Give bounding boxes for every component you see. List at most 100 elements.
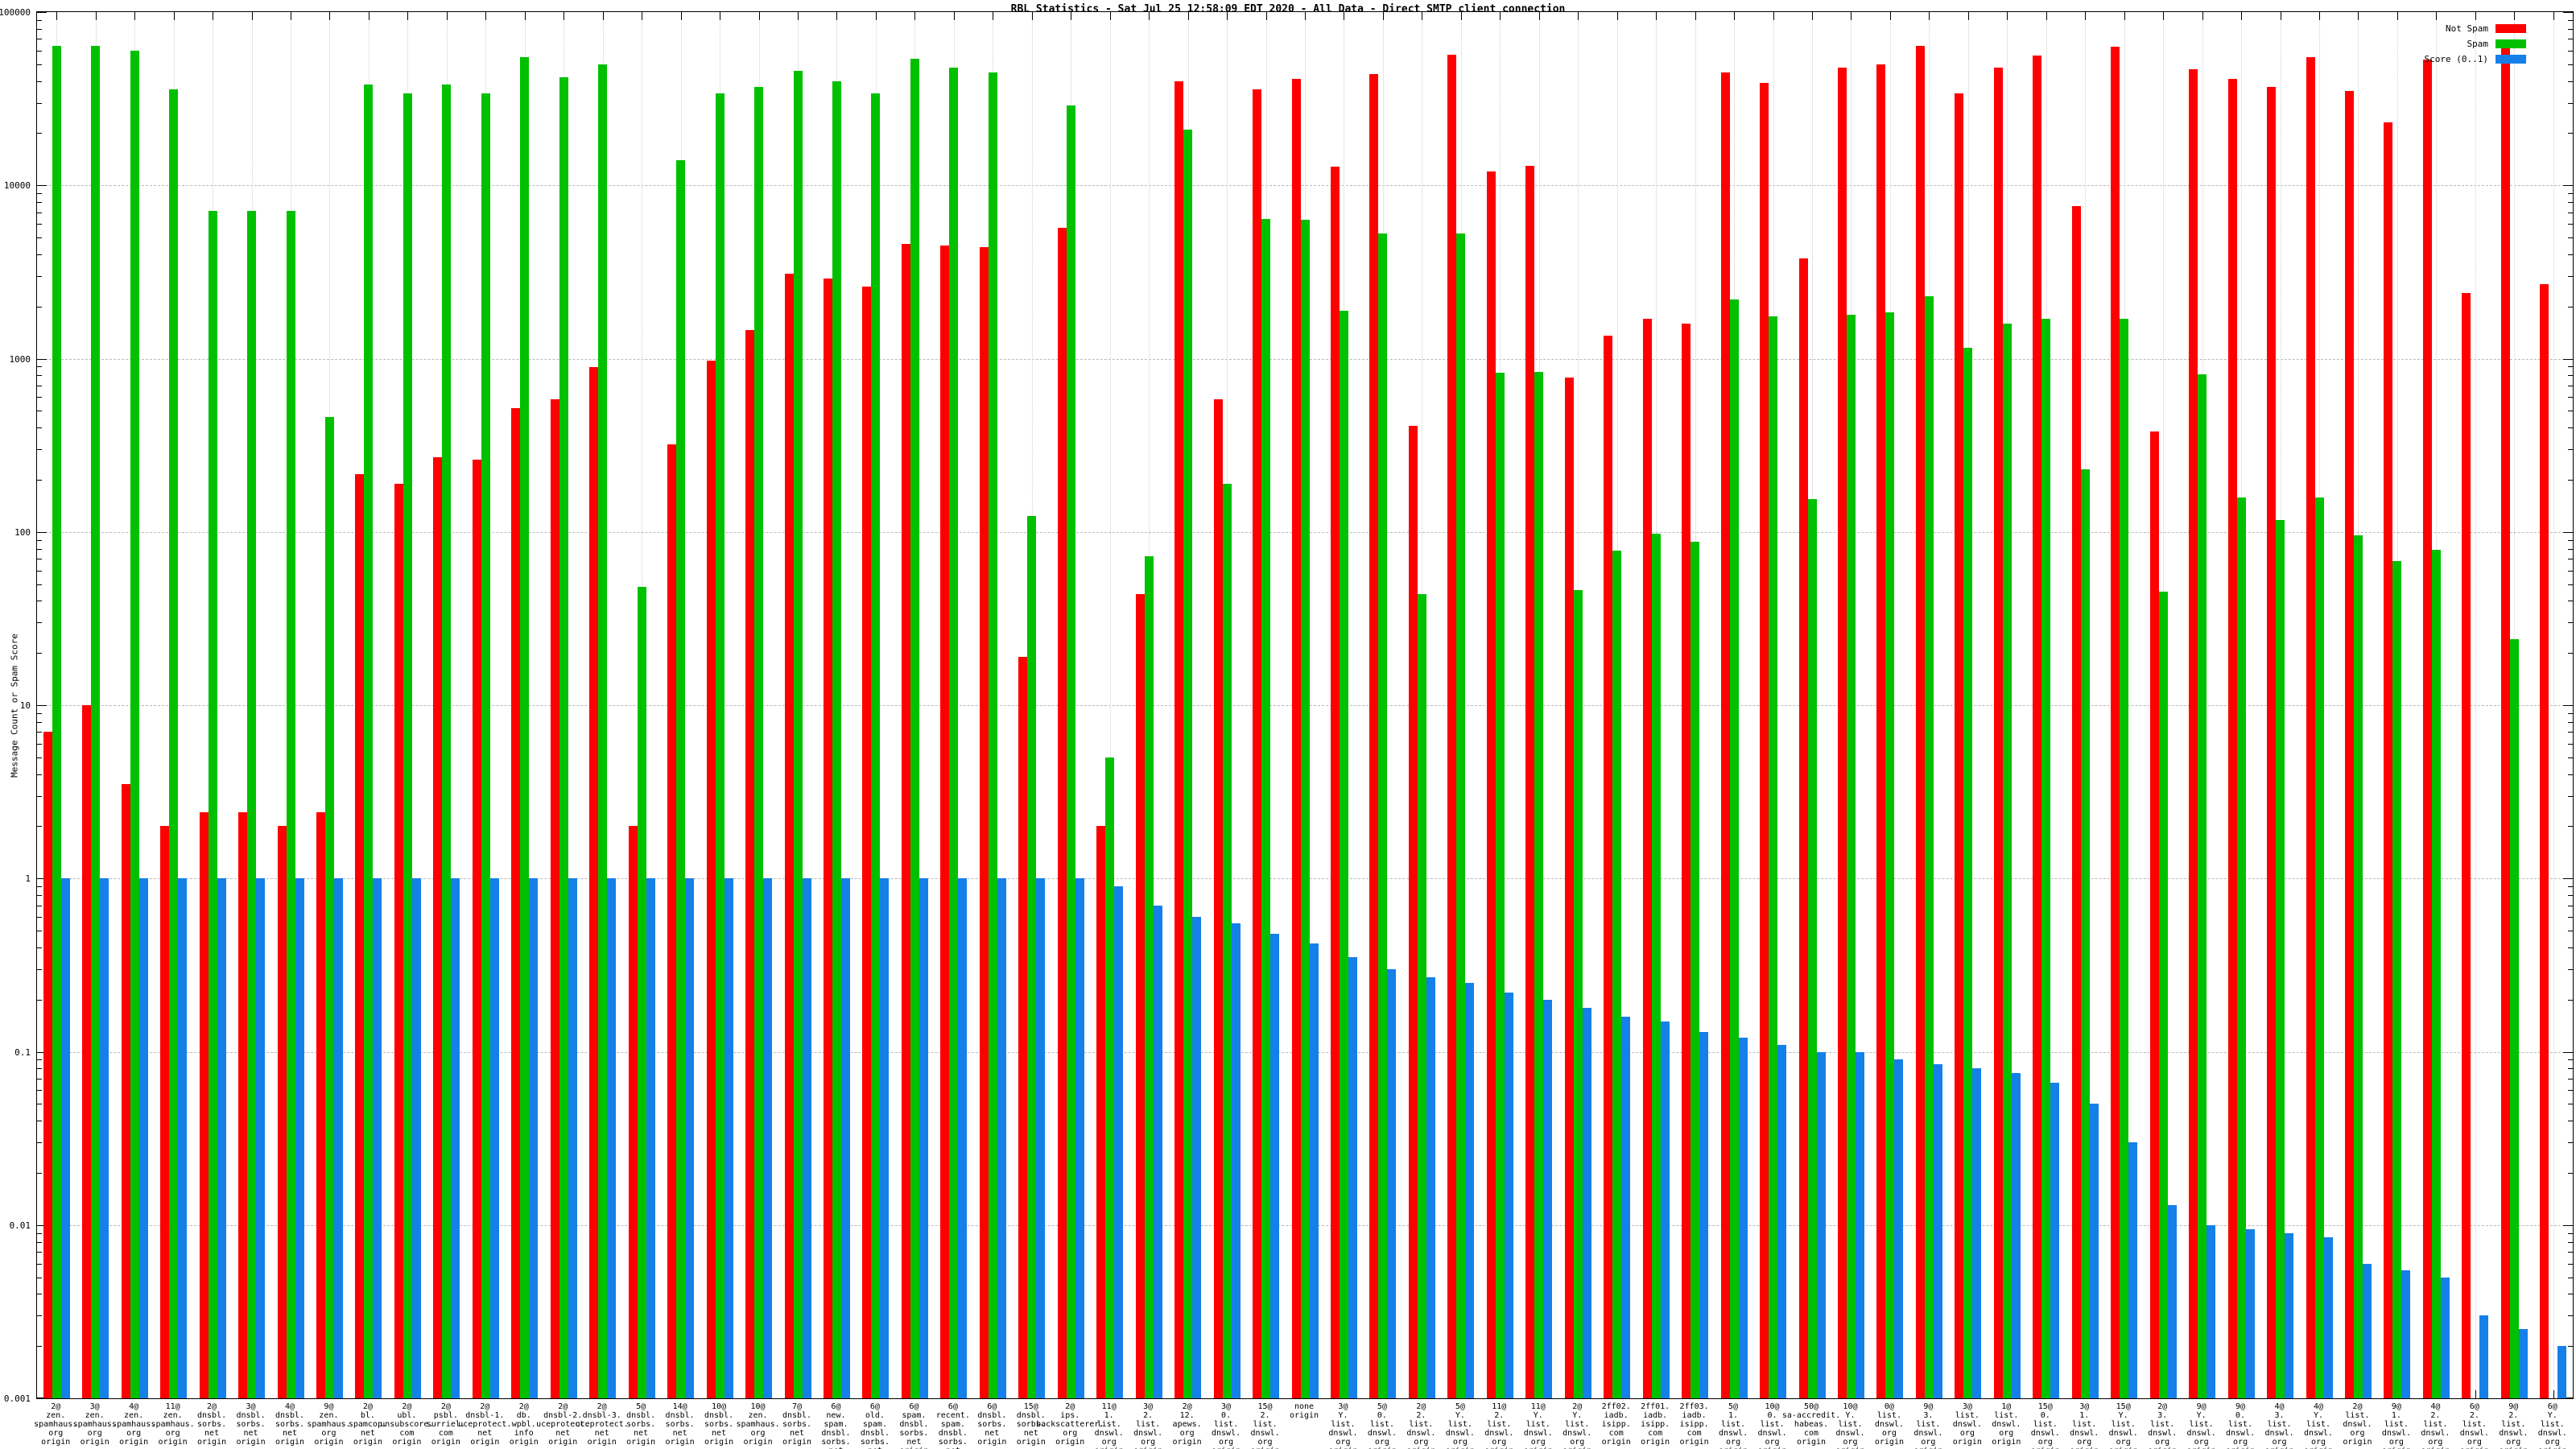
bar-not-spam	[473, 460, 481, 1398]
y-minor-tick	[2568, 1242, 2573, 1243]
bar-score	[1856, 1052, 1864, 1399]
bar-spam	[208, 211, 217, 1398]
bar-not-spam	[2189, 69, 2198, 1398]
bar-spam	[287, 211, 295, 1398]
bar-spam	[169, 89, 178, 1398]
x-tick	[485, 12, 486, 20]
bar-not-spam	[2150, 431, 2159, 1398]
y-minor-tick	[2568, 1079, 2573, 1080]
bar-not-spam	[2111, 47, 2120, 1398]
x-tick	[1266, 12, 1267, 20]
bar-score	[607, 878, 616, 1398]
x-tick	[2319, 12, 2320, 20]
bar-not-spam	[278, 826, 287, 1398]
bar-spam	[754, 87, 763, 1398]
x-tick	[1890, 12, 1891, 20]
bar-score	[1739, 1038, 1748, 1398]
x-tick	[1695, 12, 1696, 20]
bar-spam	[1496, 373, 1505, 1398]
bar-not-spam	[1136, 594, 1145, 1399]
x-tick	[2007, 12, 2008, 20]
bar-not-spam	[1369, 74, 1378, 1398]
x-tick	[1110, 12, 1111, 20]
bar-not-spam	[2384, 122, 2392, 1398]
bar-score	[1661, 1022, 1670, 1398]
bar-score	[1114, 886, 1123, 1398]
bar-score	[2128, 1142, 2137, 1398]
bar-score	[2207, 1225, 2215, 1398]
y-major-tick	[2563, 359, 2573, 360]
bar-score	[2519, 1329, 2528, 1398]
bar-score	[256, 878, 265, 1398]
bar-spam	[2276, 520, 2285, 1398]
bar-spam	[1261, 219, 1270, 1398]
bar-score	[217, 878, 226, 1398]
v-gridline	[2475, 12, 2476, 1398]
x-tick	[2475, 12, 2476, 20]
bar-spam	[1027, 516, 1036, 1398]
bar-not-spam	[1096, 826, 1105, 1398]
bar-not-spam	[1916, 46, 1925, 1398]
bar-score	[646, 878, 655, 1398]
y-minor-tick	[37, 826, 42, 827]
bar-spam	[442, 85, 451, 1398]
bar-score	[1232, 923, 1241, 1398]
bar-not-spam	[785, 274, 794, 1398]
bar-score	[1465, 983, 1474, 1398]
x-tick	[252, 12, 253, 20]
bar-not-spam	[2423, 60, 2432, 1398]
bar-not-spam	[2540, 284, 2549, 1398]
y-minor-tick	[2568, 549, 2573, 550]
y-minor-tick	[2568, 1315, 2573, 1316]
bar-spam	[559, 77, 568, 1398]
bar-score	[919, 878, 928, 1398]
y-minor-tick	[37, 1252, 42, 1253]
y-minor-tick	[37, 1242, 42, 1243]
bar-score	[880, 878, 889, 1398]
bar-score	[2168, 1205, 2177, 1398]
y-minor-tick	[2568, 1252, 2573, 1253]
y-major-tick	[37, 532, 47, 533]
y-minor-tick	[2568, 1346, 2573, 1347]
y-minor-tick	[2568, 202, 2573, 203]
x-tick	[134, 12, 135, 20]
y-minor-tick	[2568, 366, 2573, 367]
x-tick	[798, 12, 799, 20]
y-minor-tick	[37, 713, 42, 714]
bar-score	[2012, 1073, 2021, 1398]
y-minor-tick	[2568, 64, 2573, 65]
y-minor-tick	[2568, 276, 2573, 277]
v-gridline	[2553, 12, 2554, 1398]
y-tick-label: 100	[0, 528, 31, 537]
y-minor-tick	[2568, 722, 2573, 723]
bar-score	[490, 878, 499, 1398]
bar-spam	[1730, 299, 1739, 1398]
bar-spam	[325, 417, 334, 1398]
y-minor-tick	[2568, 427, 2573, 428]
bar-spam	[1963, 348, 1972, 1398]
y-minor-tick	[37, 103, 42, 104]
y-minor-tick	[2568, 20, 2573, 21]
bar-score	[1310, 943, 1319, 1398]
y-minor-tick	[37, 917, 42, 918]
bar-spam	[1301, 220, 1310, 1398]
y-major-tick	[2563, 705, 2573, 706]
bar-spam	[832, 81, 841, 1398]
y-minor-tick	[37, 1090, 42, 1091]
bar-not-spam	[2072, 206, 2081, 1398]
bar-spam	[481, 93, 490, 1398]
y-minor-tick	[37, 796, 42, 797]
y-minor-tick	[37, 622, 42, 623]
y-major-tick	[37, 185, 47, 186]
x-tick	[2163, 12, 2164, 20]
bar-not-spam	[980, 247, 989, 1398]
y-minor-tick	[37, 722, 42, 723]
x-axis-labels: 2@ zen. spamhaus. org origin3@ zen. spam…	[36, 1402, 2572, 1449]
x-tick	[1656, 12, 1657, 20]
bar-spam	[716, 93, 724, 1398]
bar-score	[1699, 1032, 1708, 1398]
y-major-tick	[2563, 1052, 2573, 1053]
bar-spam	[871, 93, 880, 1398]
bar-not-spam	[629, 826, 638, 1398]
y-minor-tick	[37, 744, 42, 745]
